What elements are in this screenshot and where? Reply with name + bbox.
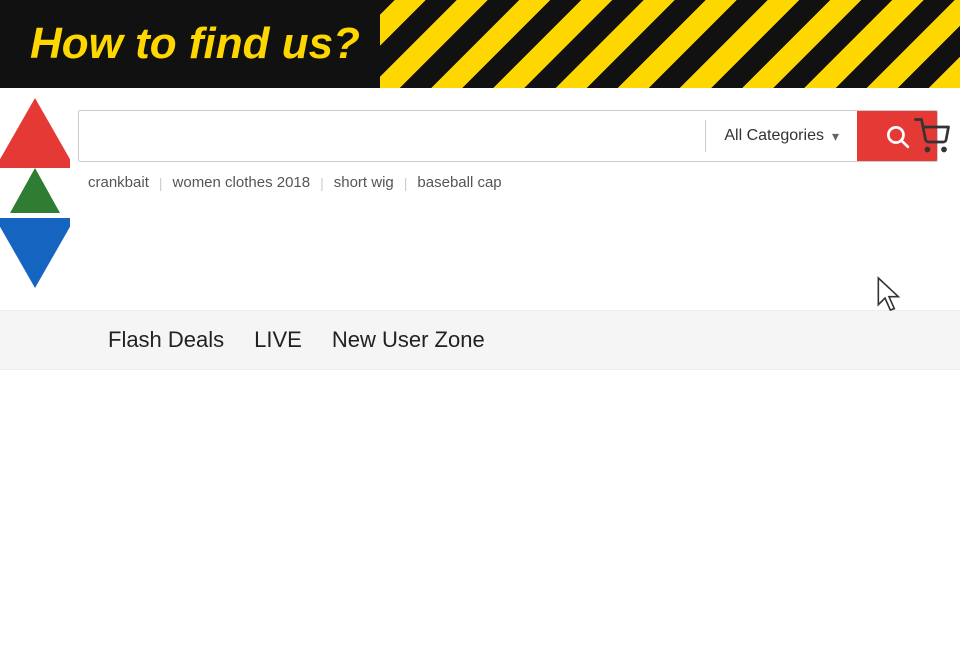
cursor-icon: [873, 275, 905, 313]
logo-blue-triangle: [0, 218, 70, 288]
suggestion-crankbait[interactable]: crankbait: [78, 170, 159, 195]
search-suggestions: crankbait | women clothes 2018 | short w…: [78, 170, 512, 195]
search-input[interactable]: [79, 111, 705, 161]
suggestion-baseball-cap[interactable]: baseball cap: [407, 170, 511, 195]
search-icon: [884, 123, 910, 149]
categories-dropdown[interactable]: All Categories ▾: [706, 111, 857, 161]
nav-live[interactable]: LIVE: [254, 327, 332, 353]
nav-flash-deals[interactable]: Flash Deals: [78, 327, 254, 353]
banner-title: How to find us?: [0, 19, 360, 69]
nav-new-user-zone[interactable]: New User Zone: [332, 327, 515, 353]
navigation-bar: Flash Deals LIVE New User Zone: [0, 310, 960, 370]
stripe-decoration: [380, 0, 960, 88]
logo-area: [0, 88, 70, 288]
suggestion-women-clothes[interactable]: women clothes 2018: [163, 170, 321, 195]
cart-button[interactable]: [914, 118, 950, 162]
logo-red-triangle: [0, 98, 70, 168]
logo-green-triangle: [10, 168, 60, 213]
suggestion-short-wig[interactable]: short wig: [324, 170, 404, 195]
search-bar: All Categories ▾: [78, 110, 938, 162]
chevron-down-icon: ▾: [832, 128, 839, 145]
cart-icon: [914, 118, 950, 154]
categories-label: All Categories: [724, 127, 824, 145]
search-section: All Categories ▾: [78, 110, 960, 162]
top-banner: How to find us?: [0, 0, 960, 88]
lower-content: [0, 370, 960, 657]
